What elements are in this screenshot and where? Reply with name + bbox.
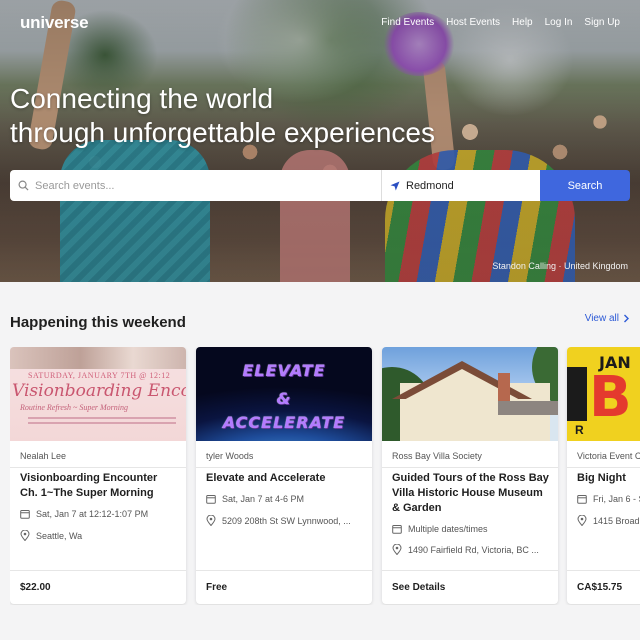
chevron-right-icon	[624, 314, 629, 323]
event-date: Multiple dates/times	[392, 524, 552, 534]
event-cards: SATURDAY, JANUARY 7TH @ 12:12 Visionboar…	[10, 347, 640, 605]
search-input[interactable]	[35, 179, 381, 192]
event-title[interactable]: Guided Tours of the Ross Bay Villa Histo…	[392, 471, 550, 516]
image-text-big: B	[589, 365, 632, 430]
event-location: Seattle, Wa	[20, 530, 180, 541]
map-pin-icon	[20, 530, 30, 541]
image-script-text: Visionboarding Encounter	[12, 381, 186, 401]
event-price: See Details	[382, 570, 558, 604]
map-pin-icon	[392, 544, 402, 555]
location-value: Redmond	[406, 179, 454, 192]
event-card[interactable]: ELEVATE & ACCELERATE tyler Woods Elevate…	[196, 347, 372, 604]
organizer-name[interactable]: tyler Woods	[206, 451, 253, 461]
event-title[interactable]: Big Night	[577, 471, 640, 486]
image-text-accelerate: ACCELERATE	[222, 413, 346, 432]
event-price: Free	[196, 570, 372, 604]
event-price: CA$15.75	[567, 570, 640, 604]
image-text-elevate: ELEVATE	[242, 361, 326, 380]
event-location: 5209 208th St SW Lynnwood, ...	[206, 515, 366, 526]
event-date: Fri, Jan 6 - S	[577, 494, 640, 504]
calendar-icon	[577, 495, 587, 504]
location-arrow-icon	[390, 181, 400, 190]
event-card[interactable]: JAN B R Victoria Event C Big Night Fri, …	[567, 347, 640, 604]
nav-sign-up[interactable]: Sign Up	[584, 17, 620, 28]
image-date-text: SATURDAY, JANUARY 7TH @ 12:12	[28, 371, 171, 380]
event-title[interactable]: Elevate and Accelerate	[206, 471, 364, 486]
section-title: Happening this weekend	[10, 314, 186, 331]
map-pin-icon	[206, 515, 216, 526]
photo-credit[interactable]: Standon Calling · United Kingdom	[492, 261, 628, 271]
universe-logo[interactable]: universe	[20, 13, 89, 33]
image-text-bottom: R	[575, 423, 584, 437]
headline-line-2: through unforgettable experiences	[10, 117, 435, 148]
search-button[interactable]: Search	[540, 170, 630, 201]
search-icon	[18, 180, 29, 191]
event-image[interactable]: JAN B R	[567, 347, 640, 441]
organizer-name[interactable]: Victoria Event C	[577, 451, 640, 461]
organizer-name[interactable]: Ross Bay Villa Society	[392, 451, 482, 461]
headline-line-1: Connecting the world	[10, 83, 274, 114]
calendar-icon	[20, 510, 30, 519]
nav-host-events[interactable]: Host Events	[446, 17, 500, 28]
search-bar: Redmond Search	[10, 170, 630, 201]
nav-find-events[interactable]: Find Events	[381, 17, 434, 28]
event-date: Sat, Jan 7 at 12:12-1:07 PM	[20, 509, 180, 519]
event-title[interactable]: Visionboarding Encounter Ch. 1~The Super…	[20, 471, 178, 501]
event-image[interactable]: SATURDAY, JANUARY 7TH @ 12:12 Visionboar…	[10, 347, 186, 441]
event-search-field[interactable]	[10, 170, 382, 201]
event-location: 1415 Broad	[577, 515, 640, 526]
event-image[interactable]	[382, 347, 558, 441]
image-text-ampersand: &	[276, 389, 292, 408]
image-sub-text: Routine Refresh ~ Super Morning	[20, 403, 129, 412]
event-date: Sat, Jan 7 at 4-6 PM	[206, 494, 366, 504]
event-card[interactable]: SATURDAY, JANUARY 7TH @ 12:12 Visionboar…	[10, 347, 186, 604]
organizer-name[interactable]: Nealah Lee	[20, 451, 66, 461]
event-card[interactable]: Ross Bay Villa Society Guided Tours of t…	[382, 347, 558, 604]
location-field[interactable]: Redmond	[382, 170, 540, 201]
event-price: $22.00	[10, 570, 186, 604]
event-location: 1490 Fairfield Rd, Victoria, BC ...	[392, 544, 552, 555]
nav-log-in[interactable]: Log In	[545, 17, 573, 28]
calendar-icon	[206, 495, 216, 504]
top-nav: Find Events Host Events Help Log In Sign…	[381, 17, 620, 28]
view-all-link[interactable]: View all	[585, 313, 630, 324]
nav-help[interactable]: Help	[512, 17, 533, 28]
event-image[interactable]: ELEVATE & ACCELERATE	[196, 347, 372, 441]
calendar-icon	[392, 525, 402, 534]
view-all-label: View all	[584, 313, 619, 324]
map-pin-icon	[577, 515, 587, 526]
hero-headline: Connecting the world through unforgettab…	[10, 82, 435, 150]
